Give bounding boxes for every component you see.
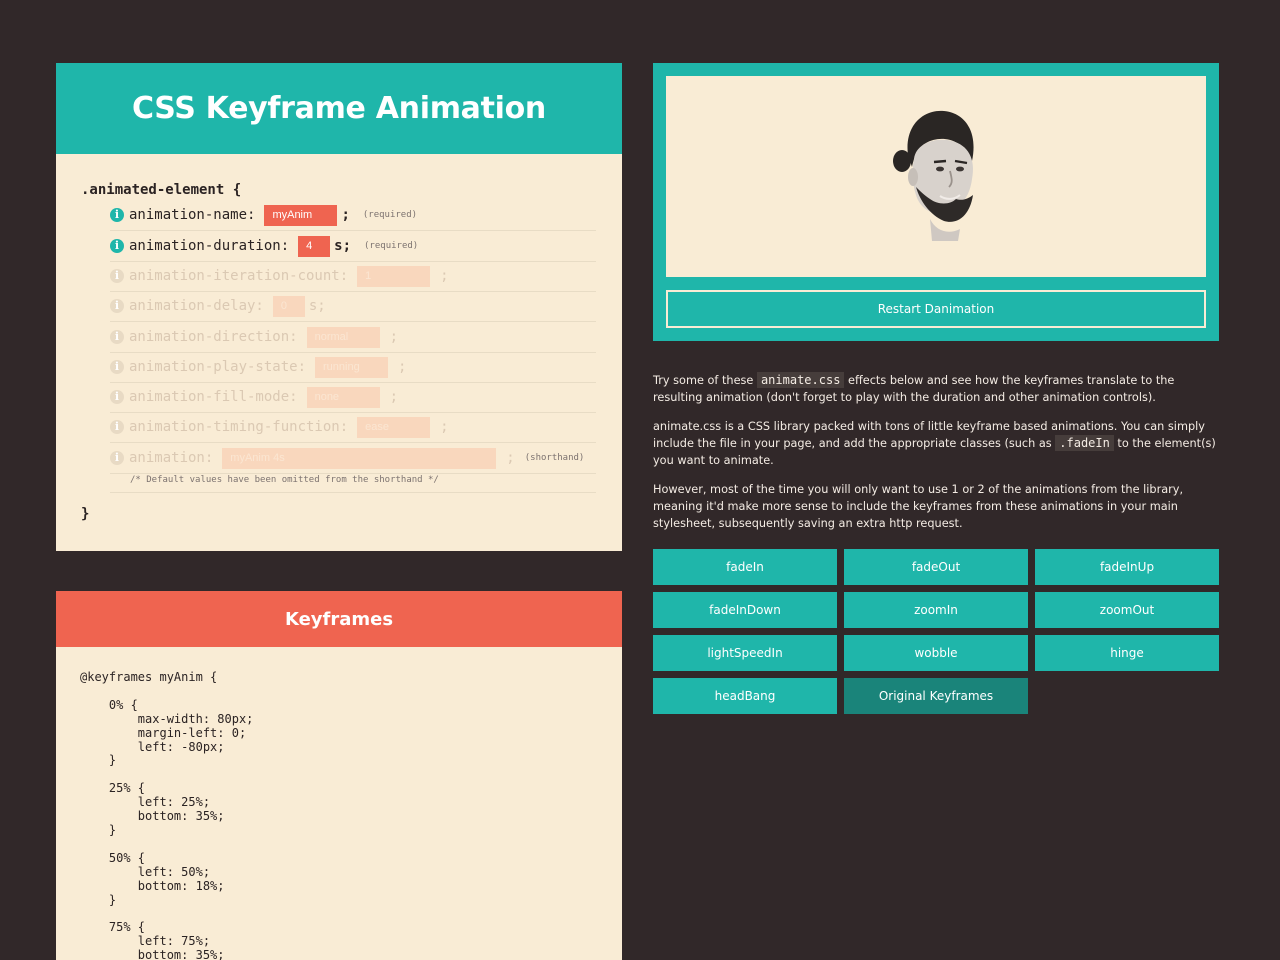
keyframes-header: Keyframes [56, 591, 622, 647]
divider [110, 492, 596, 493]
property-suffix: ; [440, 268, 449, 284]
animation-direction-select[interactable]: normal [306, 326, 380, 348]
description-paragraph-2: animate.css is a CSS library packed with… [653, 418, 1223, 469]
fadeindown-button[interactable]: fadeInDown [653, 592, 837, 628]
info-icon[interactable]: i [110, 360, 124, 374]
animation-iteration-count-input[interactable]: 1 [357, 265, 431, 287]
property-suffix: s; [334, 238, 352, 254]
info-icon[interactable]: i [110, 239, 124, 253]
property-suffix: ; [341, 207, 350, 223]
property-suffix: ; [506, 450, 515, 466]
fadein-class-code: .fadeIn [1055, 435, 1114, 451]
animation-button-grid: fadeIn fadeOut fadeInUp fadeInDown zoomI… [653, 549, 1219, 714]
info-icon[interactable]: i [110, 420, 124, 434]
text-span: Try some of these [653, 374, 757, 387]
animated-face-avatar [893, 110, 974, 241]
animation-duration-input[interactable]: 4 [298, 235, 331, 257]
property-suffix: ; [389, 389, 399, 405]
properties-code-area: .animated-element { i animation-name: my… [56, 154, 622, 551]
description-paragraph-3: However, most of the time you will only … [653, 483, 1184, 530]
keyframes-title: Keyframes [284, 608, 394, 630]
zoomin-button[interactable]: zoomIn [844, 592, 1028, 628]
lightspeedin-button[interactable]: lightSpeedIn [653, 635, 837, 671]
animation-properties-panel: CSS Keyframe Animation .animated-element… [56, 63, 622, 551]
shorthand-note: (shorthand) [524, 453, 585, 463]
animation-shorthand-output: myAnim 4s [222, 447, 497, 469]
property-row-animation-direction: i animation-direction: normal ; [110, 322, 596, 353]
description-paragraph-1: Try some of these animate.css effects be… [653, 372, 1223, 406]
required-note: (required) [362, 210, 418, 220]
restart-animation-button[interactable]: Restart Danimation [666, 290, 1206, 328]
headbang-button[interactable]: headBang [653, 678, 837, 714]
animation-fill-mode-select[interactable]: none [306, 386, 380, 408]
closing-brace: } [81, 506, 90, 522]
hinge-button[interactable]: hinge [1035, 635, 1219, 671]
fadeout-button[interactable]: fadeOut [844, 549, 1028, 585]
comment-text: /* Default values have been omitted from… [130, 475, 439, 485]
property-name: animation-delay: [129, 298, 264, 314]
description-text: Try some of these animate.css effects be… [653, 372, 1223, 544]
property-row-animation-shorthand: i animation: myAnim 4s ; (shorthand) [110, 443, 596, 474]
keyframes-code: @keyframes myAnim { 0% { max-width: 80px… [80, 670, 254, 960]
property-row-animation-fill-mode: i animation-fill-mode: none ; [110, 382, 596, 413]
property-name: animation-fill-mode: [129, 389, 298, 405]
property-suffix: ; [398, 359, 407, 375]
zoomout-button[interactable]: zoomOut [1035, 592, 1219, 628]
animate-css-code: animate.css [756, 372, 845, 388]
property-name: animation-name: [129, 207, 256, 223]
property-name: animation-iteration-count: [129, 268, 349, 284]
info-icon[interactable]: i [110, 451, 124, 465]
property-row-animation-timing-function: i animation-timing-function: ease ; [110, 412, 596, 443]
info-icon[interactable]: i [110, 330, 124, 344]
animation-stage: Restart Danimation [653, 63, 1219, 341]
wobble-button[interactable]: wobble [844, 635, 1028, 671]
animation-play-state-select[interactable]: running [315, 356, 389, 378]
info-icon[interactable]: i [110, 299, 124, 313]
property-row-animation-name: i animation-name: myAnim ; (required) [110, 200, 596, 231]
animation-delay-input[interactable]: 0 [272, 295, 305, 317]
animation-name-input[interactable]: myAnim [264, 204, 338, 226]
property-row-animation-delay: i animation-delay: 0 s; [110, 291, 596, 322]
info-icon[interactable]: i [110, 269, 124, 283]
info-icon[interactable]: i [110, 208, 124, 222]
property-row-animation-play-state: i animation-play-state: running ; [110, 352, 596, 383]
selector-text: .animated-element { [81, 182, 242, 198]
required-note: (required) [364, 241, 419, 251]
page-title: CSS Keyframe Animation [131, 91, 546, 126]
shorthand-comment: /* Default values have been omitted from… [110, 475, 596, 492]
property-name: animation-timing-function: [129, 419, 349, 435]
property-suffix: s; [308, 298, 326, 314]
property-name: animation: [129, 450, 214, 466]
info-icon[interactable]: i [110, 390, 124, 404]
property-suffix: ; [440, 419, 449, 435]
property-row-animation-duration: i animation-duration: 4 s; (required) [110, 231, 596, 262]
property-name: animation-duration: [129, 238, 290, 254]
animation-timing-function-select[interactable]: ease [357, 416, 431, 438]
stage-canvas [666, 76, 1206, 277]
panel-header: CSS Keyframe Animation [56, 63, 622, 154]
property-suffix: ; [389, 329, 399, 345]
property-name: animation-direction: [129, 329, 298, 345]
property-name: animation-play-state: [129, 359, 307, 375]
fadein-button[interactable]: fadeIn [653, 549, 837, 585]
property-row-animation-iteration-count: i animation-iteration-count: 1 ; [110, 261, 596, 292]
fadeinup-button[interactable]: fadeInUp [1035, 549, 1219, 585]
keyframes-panel: Keyframes @keyframes myAnim { 0% { max-w… [56, 591, 622, 960]
original-keyframes-button[interactable]: Original Keyframes [844, 678, 1028, 714]
